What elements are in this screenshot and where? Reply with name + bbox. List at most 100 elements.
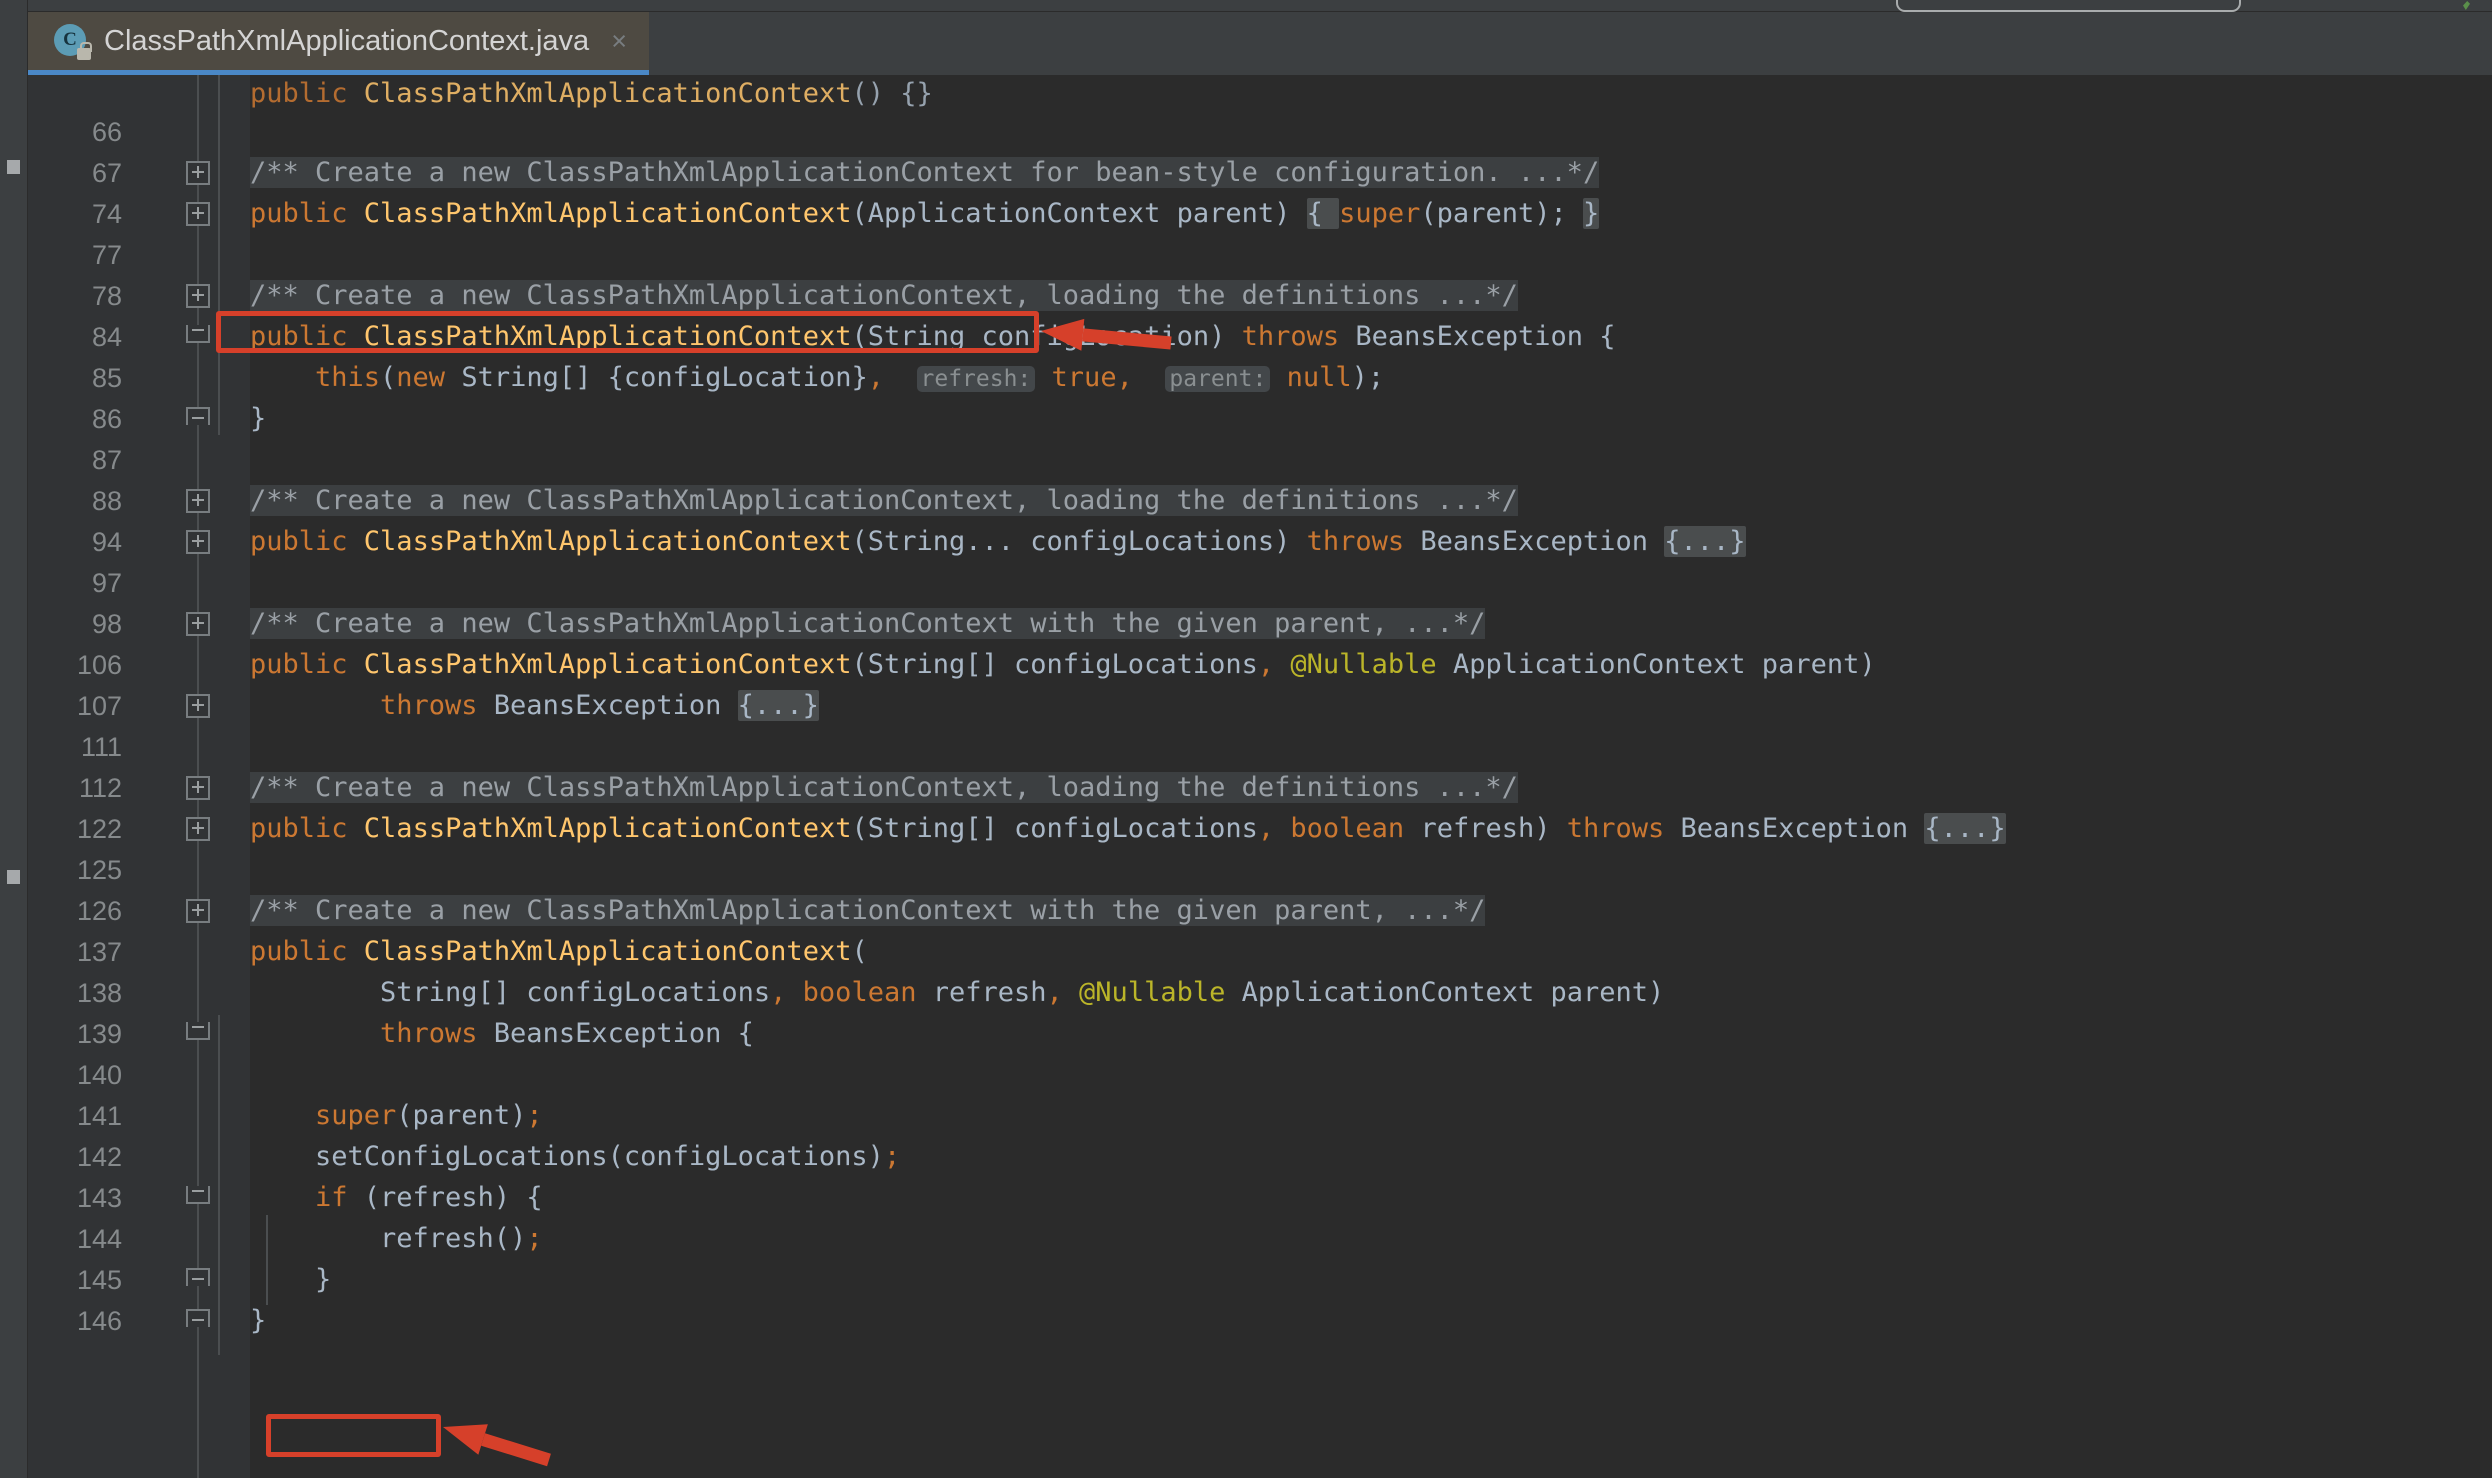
indent-guide xyxy=(266,1215,268,1305)
gutter-line-number: 143 xyxy=(76,1183,122,1213)
gutter-line-number: 86 xyxy=(91,404,122,434)
code-content[interactable]: public ClassPathXmlApplicationContext() … xyxy=(218,75,2492,1478)
code-fold-toggle-expand[interactable] xyxy=(186,694,210,718)
code-token: @Nullable xyxy=(1079,977,1226,1008)
code-line[interactable]: setConfigLocations(configLocations); xyxy=(250,1142,900,1171)
code-fold-toggle-collapse[interactable] xyxy=(186,1309,210,1327)
code-token: parent: xyxy=(1165,366,1271,392)
code-token: boolean xyxy=(1290,813,1421,844)
code-fold-toggle-expand[interactable] xyxy=(186,284,210,308)
code-token: } xyxy=(250,403,267,434)
code-line[interactable]: /** Create a new ClassPathXmlApplication… xyxy=(250,280,1518,311)
code-line[interactable]: public ClassPathXmlApplicationContext( xyxy=(250,937,868,966)
code-fold-toggle-expand[interactable] xyxy=(186,899,210,923)
code-line[interactable]: throws BeansException {...} xyxy=(250,690,819,721)
code-fold-toggle-expand[interactable] xyxy=(186,612,210,636)
code-token: ); xyxy=(1351,362,1385,393)
code-fold-toggle-collapse[interactable] xyxy=(186,1022,210,1040)
code-token: {...} xyxy=(1664,526,1746,557)
code-fold-toggle-collapse[interactable] xyxy=(186,1268,210,1286)
code-token: String[] {configLocation} xyxy=(461,362,868,393)
code-fold-toggle-collapse[interactable] xyxy=(186,325,210,343)
code-token: /** Create a new ClassPathXmlApplication… xyxy=(250,157,1600,188)
code-editor[interactable]: 66 67 74 77 78 84 85 86 87 88 94 97 98 106 107 111 112 12… xyxy=(28,75,2492,1478)
code-token: ; xyxy=(883,1141,901,1172)
code-token: {...} xyxy=(1924,813,2006,844)
code-line[interactable]: public ClassPathXmlApplicationContext(St… xyxy=(250,322,1616,351)
search-input[interactable] xyxy=(1896,0,2241,12)
code-line[interactable]: throws BeansException { xyxy=(250,1019,754,1048)
code-token: /** Create a new ClassPathXmlApplication… xyxy=(250,895,1486,926)
code-line[interactable]: } xyxy=(250,1265,331,1294)
code-token: ClassPathXmlApplicationContext xyxy=(363,78,852,109)
java-class-icon: C xyxy=(54,24,92,60)
code-token: ; xyxy=(526,1100,543,1131)
code-fold-toggle-expand[interactable] xyxy=(186,202,210,226)
gutter-line-number: 146 xyxy=(76,1306,122,1336)
tool-window-marker-1 xyxy=(7,160,20,174)
gutter-line-number: 77 xyxy=(91,240,122,270)
code-fold-toggle-collapse[interactable] xyxy=(186,407,210,425)
code-line[interactable]: /** Create a new ClassPathXmlApplication… xyxy=(250,485,1518,516)
code-line[interactable]: public ClassPathXmlApplicationContext(St… xyxy=(250,526,1746,557)
code-line[interactable]: /** Create a new ClassPathXmlApplication… xyxy=(250,895,1486,926)
code-token: , xyxy=(1257,813,1275,844)
code-token: BeansException xyxy=(493,690,738,721)
code-token: , xyxy=(1257,649,1275,680)
editor-gutter[interactable]: 66 67 74 77 78 84 85 86 87 88 94 97 98 106 107 111 112 12… xyxy=(28,75,250,1478)
code-token: refresh() xyxy=(380,1223,527,1254)
code-line[interactable]: /** Create a new ClassPathXmlApplication… xyxy=(250,772,1518,803)
code-token: throws xyxy=(1566,813,1681,844)
code-line[interactable]: /** Create a new ClassPathXmlApplication… xyxy=(250,608,1486,639)
code-fold-toggle-expand[interactable] xyxy=(186,776,210,800)
code-fold-toggle-expand[interactable] xyxy=(186,489,210,513)
close-icon[interactable]: × xyxy=(611,27,627,55)
code-line[interactable]: } xyxy=(250,1306,266,1335)
code-token: refresh) xyxy=(1420,813,1567,844)
gutter-line-number: 94 xyxy=(91,527,122,557)
code-line[interactable]: public ClassPathXmlApplicationContext(Ap… xyxy=(250,198,1600,229)
code-token: /** Create a new ClassPathXmlApplication… xyxy=(250,485,1518,516)
code-token: ClassPathXmlApplicationContext xyxy=(363,198,852,229)
code-token: public xyxy=(250,936,364,967)
code-token: public xyxy=(250,649,364,680)
code-token: null xyxy=(1286,362,1352,393)
code-token: String[] configLocations xyxy=(380,977,771,1008)
editor-tab-active[interactable]: C ClassPathXmlApplicationContext.java × xyxy=(28,12,649,75)
code-token: BeansException { xyxy=(493,1018,754,1049)
code-fold-toggle-expand[interactable] xyxy=(186,161,210,185)
gutter-line-number: 140 xyxy=(76,1060,122,1090)
gutter-line-number: 74 xyxy=(91,199,122,229)
code-line[interactable]: public ClassPathXmlApplicationContext() … xyxy=(250,79,933,108)
code-line[interactable]: this(new String[] {configLocation}, refr… xyxy=(250,363,1384,392)
code-token: refresh xyxy=(932,977,1047,1008)
code-token: public xyxy=(250,813,364,844)
code-fold-toggle-collapse[interactable] xyxy=(186,1186,210,1204)
code-token: if xyxy=(315,1182,364,1213)
code-line[interactable]: refresh(); xyxy=(250,1224,543,1253)
lock-icon xyxy=(77,42,92,60)
code-token: ; xyxy=(526,1223,543,1254)
code-line[interactable]: } xyxy=(250,404,266,433)
code-token: boolean xyxy=(802,977,933,1008)
code-line[interactable]: String[] configLocations, boolean refres… xyxy=(250,978,1664,1007)
code-token: throws xyxy=(380,1018,494,1049)
code-line[interactable]: public ClassPathXmlApplicationContext(St… xyxy=(250,813,2006,844)
code-line[interactable]: public ClassPathXmlApplicationContext(St… xyxy=(250,650,1876,679)
code-line[interactable]: if (refresh) { xyxy=(250,1183,543,1212)
code-token: this xyxy=(315,362,381,393)
code-token: setConfigLocations(configLocations) xyxy=(315,1141,884,1172)
code-fold-toggle-expand[interactable] xyxy=(186,817,210,841)
gutter-line-number: 112 xyxy=(78,773,122,803)
code-token: BeansException xyxy=(1420,526,1665,557)
code-token: { xyxy=(1306,198,1340,229)
code-fold-toggle-expand[interactable] xyxy=(186,530,210,554)
code-line[interactable]: /** Create a new ClassPathXmlApplication… xyxy=(250,157,1600,188)
ide-window: Favorites Structure Bookmarks C ClassPat… xyxy=(0,0,2492,1478)
code-line[interactable]: super(parent); xyxy=(250,1101,543,1130)
